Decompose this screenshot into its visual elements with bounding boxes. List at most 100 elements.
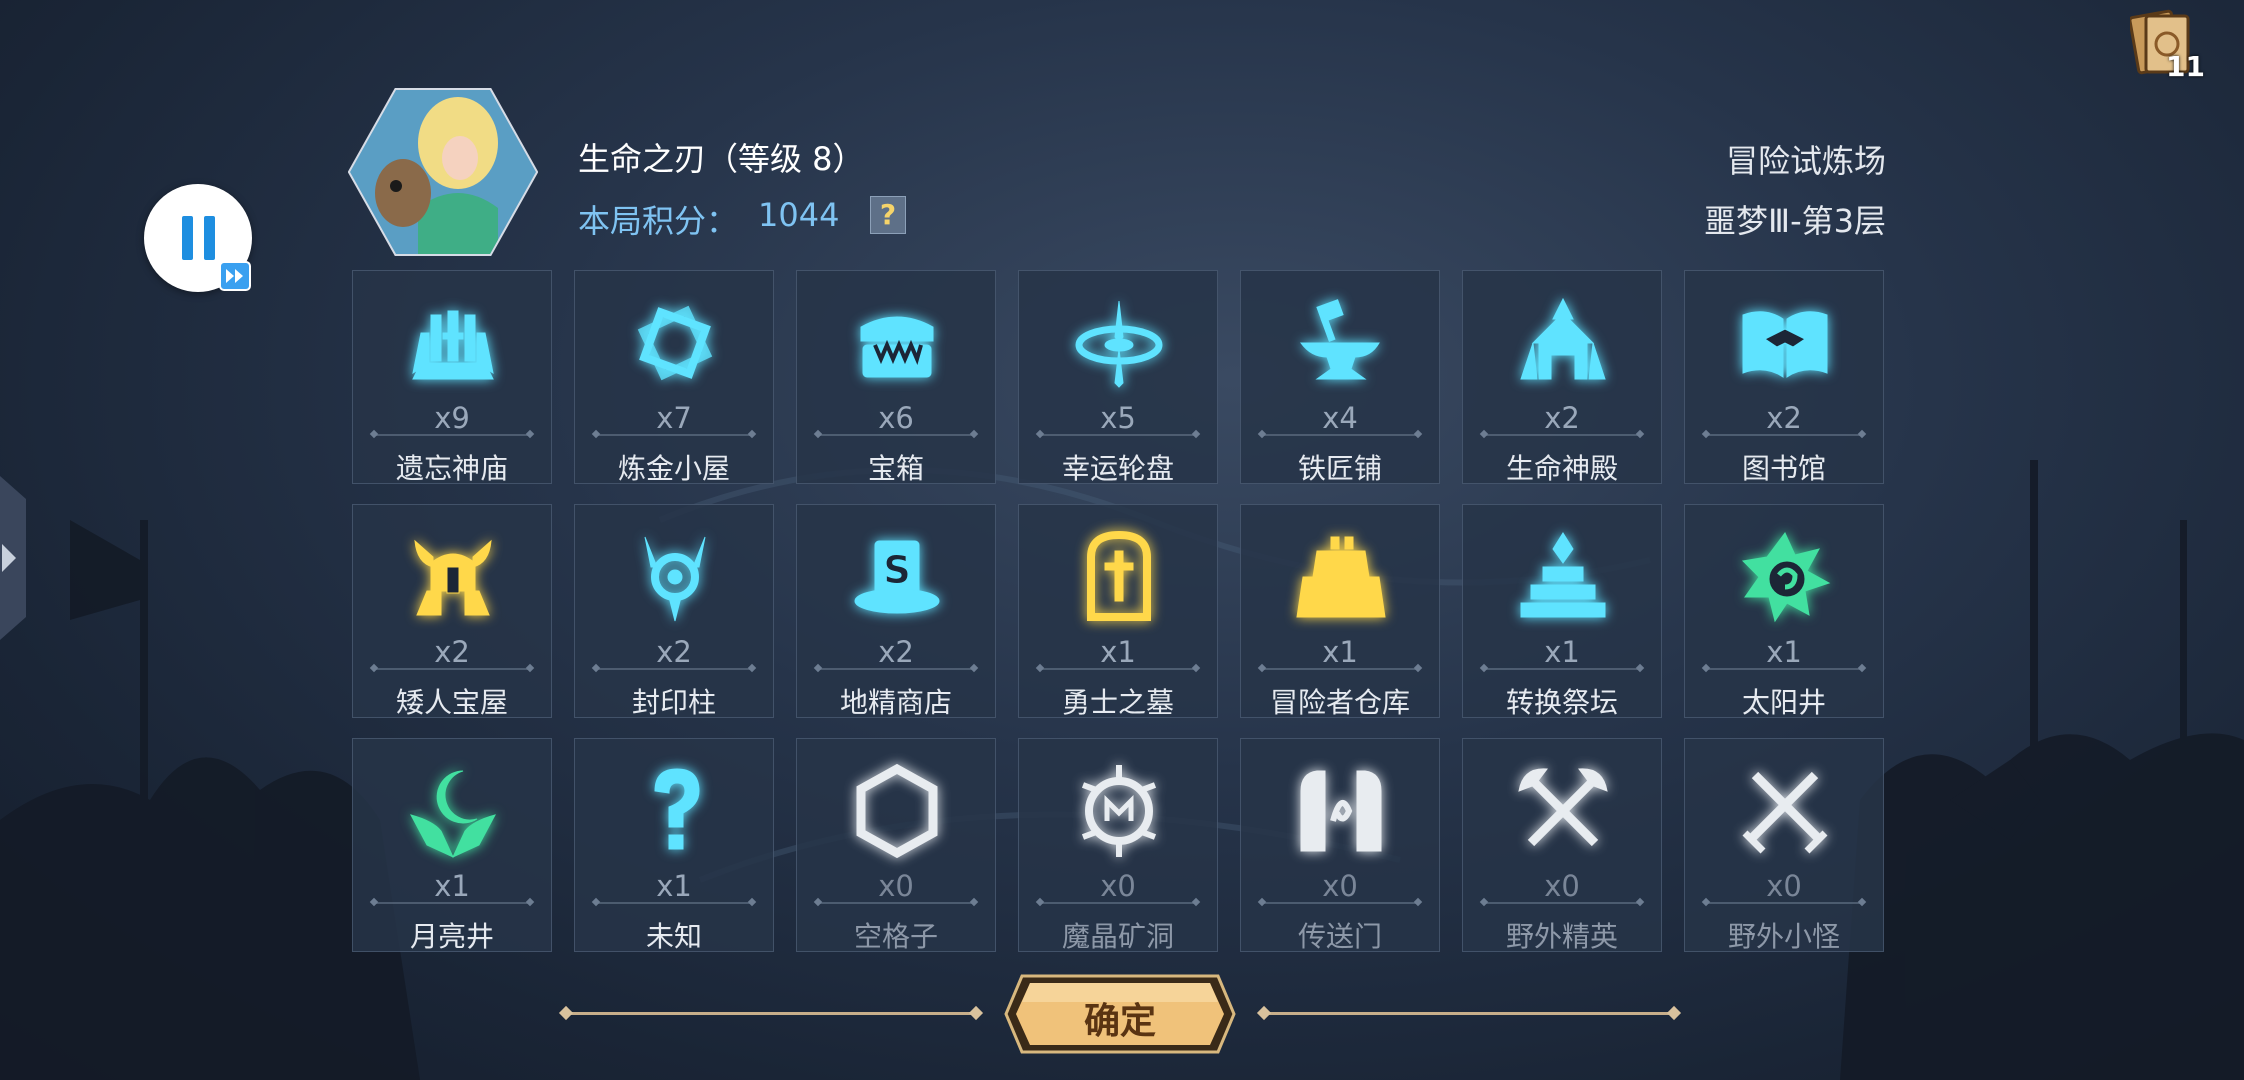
tile-divider: [1261, 434, 1419, 436]
tile-count: x7: [656, 401, 692, 435]
tile-divider: [1705, 434, 1863, 436]
tile-divider: [1039, 902, 1197, 904]
moon-well-icon: [410, 770, 496, 859]
tile-label: 遗忘神庙: [395, 452, 508, 485]
event-tile[interactable]: x1 转换祭坛: [1462, 504, 1662, 719]
question-mark-icon: [654, 768, 700, 850]
tile-label: 矮人宝屋: [395, 686, 508, 719]
chest-icon: [860, 316, 934, 378]
event-tile[interactable]: x1 月亮井: [352, 738, 552, 953]
help-button[interactable]: ?: [870, 196, 906, 234]
alchemy-icon: [637, 305, 713, 381]
event-tile[interactable]: x0 野外小怪: [1684, 738, 1884, 953]
event-tile[interactable]: Sx2 地精商店: [796, 504, 996, 719]
event-tile[interactable]: x2 矮人宝屋: [352, 504, 552, 719]
crystal-mine-icon: [1081, 765, 1157, 857]
tile-divider: [817, 902, 975, 904]
event-tile[interactable]: x4 铁匠铺: [1240, 270, 1440, 485]
anvil-icon: [1300, 299, 1380, 380]
hero-name: 生命之刃（等级 8）: [578, 140, 865, 178]
event-tile[interactable]: x2 封印柱: [574, 504, 774, 719]
tile-count: x6: [878, 401, 914, 435]
tile-count: x1: [1322, 635, 1358, 669]
pause-icon: [182, 216, 216, 260]
event-tile[interactable]: x0 传送门: [1240, 738, 1440, 953]
score-value: 1044: [758, 196, 840, 234]
tile-label: 太阳井: [1741, 686, 1826, 719]
crossed-swords-icon: [1742, 771, 1828, 854]
tile-label: 传送门: [1297, 920, 1382, 953]
score-label: 本局积分：: [578, 202, 739, 240]
event-tile[interactable]: x1 未知: [574, 738, 774, 953]
tile-divider: [1483, 434, 1641, 436]
tile-count: x9: [434, 401, 470, 435]
tile-count: x5: [1100, 401, 1136, 435]
sun-well-icon: [1741, 532, 1831, 623]
tile-count: x2: [1766, 401, 1802, 435]
tile-label: 空格子: [853, 920, 938, 953]
tile-count: x2: [1544, 401, 1580, 435]
tile-divider: [373, 902, 531, 904]
event-tile[interactable]: x0 魔晶矿洞: [1018, 738, 1218, 953]
portal-icon: [1300, 770, 1382, 852]
tile-divider: [817, 668, 975, 670]
tile-count: x0: [1544, 869, 1580, 903]
dwarf-helmet-icon: [414, 539, 492, 616]
tile-label: 野外小怪: [1727, 920, 1840, 953]
tile-label: 宝箱: [867, 452, 924, 485]
event-tile[interactable]: x9 遗忘神庙: [352, 270, 552, 485]
tile-divider: [373, 668, 531, 670]
tile-divider: [1705, 902, 1863, 904]
event-tile[interactable]: x1 冒险者仓库: [1240, 504, 1440, 719]
event-tile[interactable]: x1 勇士之墓: [1018, 504, 1218, 719]
goblin-shop-icon: S: [854, 540, 940, 614]
tile-label: 魔晶矿洞: [1061, 920, 1174, 953]
tile-count: x4: [1322, 401, 1358, 435]
event-tile[interactable]: x1 太阳井: [1684, 504, 1884, 719]
hero-avatar: [348, 88, 538, 256]
event-tile[interactable]: x5 幸运轮盘: [1018, 270, 1218, 485]
tile-divider: [817, 434, 975, 436]
event-tile[interactable]: x0 野外精英: [1462, 738, 1662, 953]
confirm-divider-left: [566, 1012, 976, 1015]
event-tile[interactable]: x7 炼金小屋: [574, 270, 774, 485]
book-icon: [1742, 311, 1828, 378]
side-expand-tab[interactable]: [0, 476, 26, 640]
tile-divider: [595, 668, 753, 670]
tile-label: 生命神殿: [1505, 452, 1618, 485]
tile-label: 炼金小屋: [617, 452, 730, 485]
svg-text:S: S: [883, 548, 910, 592]
tile-count: x1: [1766, 635, 1802, 669]
event-tile[interactable]: x6 宝箱: [796, 270, 996, 485]
tile-divider: [1483, 902, 1641, 904]
confirm-divider-right: [1264, 1012, 1674, 1015]
tile-label: 图书馆: [1741, 452, 1826, 485]
tile-label: 勇士之墓: [1061, 686, 1174, 719]
tile-count: x0: [1766, 869, 1802, 903]
tile-count: x1: [434, 869, 470, 903]
tile-count: x2: [434, 635, 470, 669]
seal-pillar-icon: [644, 536, 706, 622]
tile-count: x2: [878, 635, 914, 669]
tile-divider: [595, 902, 753, 904]
event-tile[interactable]: x0 空格子: [796, 738, 996, 953]
hexagon-icon: [856, 763, 938, 859]
tile-divider: [1705, 668, 1863, 670]
crossed-axes-icon: [1518, 768, 1608, 847]
tile-divider: [1261, 668, 1419, 670]
tile-label: 未知: [645, 920, 702, 953]
event-tile[interactable]: x2 生命神殿: [1462, 270, 1662, 485]
tile-label: 冒险者仓库: [1269, 686, 1410, 719]
fast-forward-icon[interactable]: [219, 261, 251, 291]
confirm-label: 确定: [1083, 1001, 1156, 1042]
tile-divider: [373, 434, 531, 436]
temple-icon: [412, 310, 494, 380]
shrine-icon: [1520, 297, 1606, 380]
event-tile[interactable]: x2 图书馆: [1684, 270, 1884, 485]
tile-label: 月亮井: [409, 920, 494, 953]
tile-divider: [1261, 902, 1419, 904]
tile-label: 转换祭坛: [1505, 686, 1618, 719]
tile-count: x0: [878, 869, 914, 903]
mode-name: 冒险试炼场: [1725, 142, 1886, 180]
confirm-button[interactable]: 确定: [1004, 974, 1236, 1054]
